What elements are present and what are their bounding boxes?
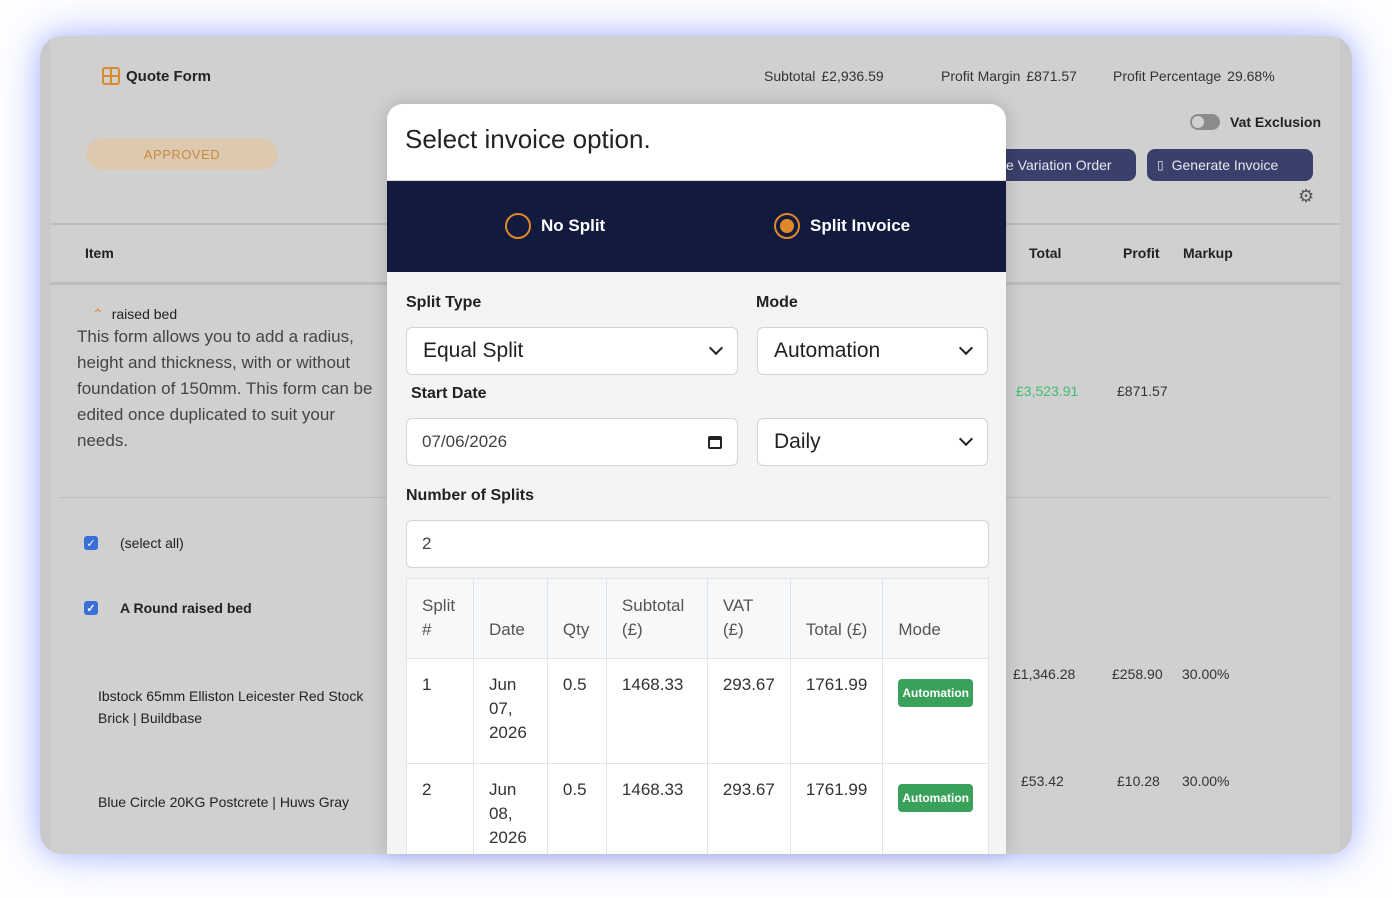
col-date: Date (472, 578, 548, 659)
mode-badge: Automation (898, 679, 973, 707)
page-title: Quote Form (102, 67, 211, 85)
modal-title: Select invoice option. (387, 104, 1006, 181)
cell-total: 1761.99 (789, 658, 884, 764)
group-total: £3,523.91 (1016, 383, 1079, 399)
cell-mode: Automation (882, 763, 989, 854)
table-row: 2 Jun 08, 2026 0.5 1468.33 293.67 1761.9… (406, 763, 989, 854)
radio-split-invoice[interactable] (774, 213, 800, 239)
col-item: Item (85, 245, 114, 261)
chevron-down-icon (958, 431, 974, 447)
item-profit: £10.28 (1117, 773, 1160, 789)
form-icon (102, 67, 120, 85)
start-date-label: Start Date (411, 385, 487, 402)
cell-date: Jun 08, 2026 (472, 763, 548, 854)
start-date-input[interactable]: 07/06/2026 (406, 418, 738, 466)
select-all-row[interactable]: ✓ (select all) (84, 535, 184, 551)
invoice-option-bar: No Split Split Invoice (387, 181, 1006, 272)
num-splits-input[interactable]: 2 (406, 520, 989, 568)
generate-invoice-button[interactable]: ▯ Generate Invoice (1147, 149, 1313, 181)
col-mode: Mode (882, 578, 989, 659)
table-row: 1 Jun 07, 2026 0.5 1468.33 293.67 1761.9… (406, 658, 989, 764)
item-total: £1,346.28 (1013, 666, 1076, 682)
item-markup: 30.00% (1182, 666, 1230, 682)
item-name: Ibstock 65mm Elliston Leicester Red Stoc… (98, 688, 364, 726)
profit-margin-stat: Profit Margin £871.57 (941, 68, 1077, 84)
mode-label: Mode (756, 294, 798, 311)
vat-exclusion-toggle[interactable]: Vat Exclusion (1190, 114, 1321, 130)
item-profit: £258.90 (1112, 666, 1163, 682)
group-toggle[interactable]: ⌃ raised bed (92, 306, 177, 323)
option-split-invoice[interactable]: Split Invoice (774, 213, 910, 239)
checkbox[interactable]: ✓ (84, 536, 98, 550)
mode-badge: Automation (898, 784, 973, 812)
group-description: This form allows you to add a radius, he… (77, 327, 373, 450)
col-split: Split # (406, 578, 474, 659)
invoice-icon: ▯ (1157, 158, 1164, 172)
checkbox[interactable]: ✓ (84, 601, 98, 615)
cell-qty: 0.5 (546, 658, 607, 764)
mode-select[interactable]: Automation (757, 327, 988, 375)
variation-order-button[interactable]: e Variation Order (996, 149, 1136, 181)
cell-subtotal: 1468.33 (605, 763, 708, 854)
radio-no-split[interactable] (505, 213, 531, 239)
cell-vat: 293.67 (706, 763, 791, 854)
cell-mode: Automation (882, 658, 989, 764)
toggle-switch[interactable] (1190, 114, 1220, 130)
item-name: Blue Circle 20KG Postcrete | Huws Gray (98, 794, 350, 810)
section-row[interactable]: ✓ A Round raised bed (84, 600, 252, 616)
col-total: Total (£) (789, 578, 884, 659)
col-subtotal: Subtotal (£) (605, 578, 708, 659)
calendar-icon[interactable] (708, 435, 722, 449)
num-splits-label: Number of Splits (406, 487, 535, 504)
invoice-option-modal: Select invoice option. No Split Split In… (387, 104, 1006, 854)
chevron-down-icon (958, 340, 974, 356)
col-vat: VAT (£) (706, 578, 791, 659)
cell-split: 2 (406, 763, 474, 854)
col-total: Total (1029, 245, 1062, 261)
frequency-select[interactable]: Daily (757, 418, 988, 466)
split-type-label: Split Type (406, 294, 482, 311)
cell-qty: 0.5 (546, 763, 607, 854)
page-title-text: Quote Form (126, 67, 211, 85)
option-no-split[interactable]: No Split (505, 213, 605, 239)
table-header-row: Split # Date Qty Subtotal (£) VAT (£) To… (406, 578, 989, 659)
chevron-down-icon (708, 340, 724, 356)
cell-total: 1761.99 (789, 763, 884, 854)
col-qty: Qty (546, 578, 607, 659)
cell-split: 1 (406, 658, 474, 764)
item-markup: 30.00% (1182, 773, 1230, 789)
subtotal-stat: Subtotal £2,936.59 (764, 68, 884, 84)
col-markup: Markup (1183, 245, 1233, 261)
cell-date: Jun 07, 2026 (472, 658, 548, 764)
col-profit: Profit (1123, 245, 1160, 261)
cell-vat: 293.67 (706, 658, 791, 764)
status-badge: APPROVED (86, 138, 278, 170)
gear-icon[interactable]: ⚙ (1298, 186, 1314, 207)
profit-percentage-stat: Profit Percentage 29.68% (1113, 68, 1275, 84)
item-total: £53.42 (1021, 773, 1064, 789)
cell-subtotal: 1468.33 (605, 658, 708, 764)
group-profit: £871.57 (1117, 383, 1168, 399)
chevron-up-icon: ⌃ (92, 306, 104, 322)
split-type-select[interactable]: Equal Split (406, 327, 738, 375)
splits-table: Split # Date Qty Subtotal (£) VAT (£) To… (406, 578, 989, 854)
